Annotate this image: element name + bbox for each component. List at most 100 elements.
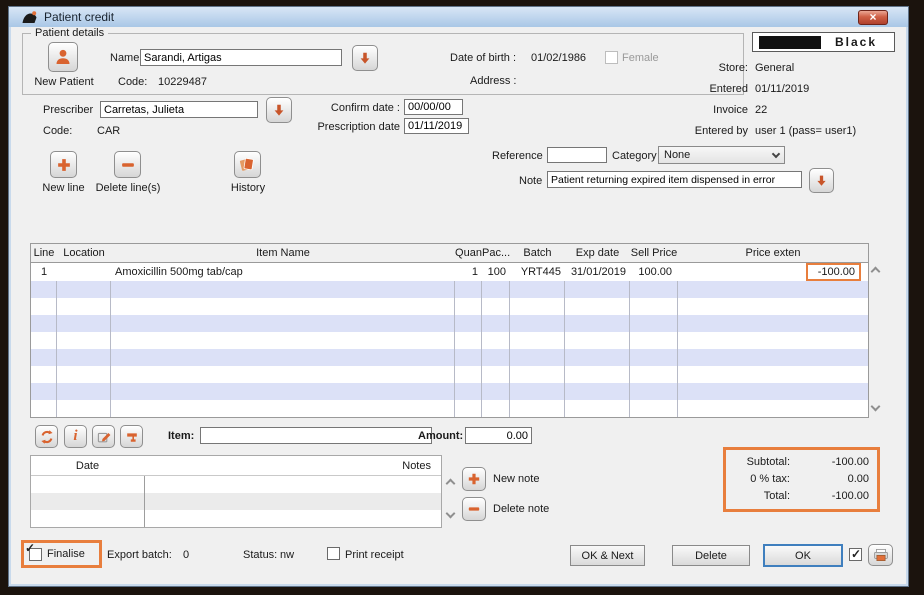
address-label: Address : <box>470 75 516 88</box>
cell-line: 1 <box>31 266 57 278</box>
patient-code-value: 10229487 <box>158 76 207 89</box>
notes-table-header: Date Notes <box>31 456 441 476</box>
status-value: nw <box>280 549 294 562</box>
new-patient-label: New Patient <box>30 76 98 89</box>
minus-icon <box>466 501 482 517</box>
edit-button[interactable] <box>92 425 115 448</box>
refresh-button[interactable] <box>35 425 58 448</box>
store-value: General <box>755 62 794 75</box>
print-on-ok-checkbox[interactable] <box>849 548 862 561</box>
col-header-item-name[interactable]: Item Name <box>111 247 455 259</box>
note-lookup-button[interactable] <box>809 168 834 193</box>
category-label: Category <box>612 150 657 163</box>
items-table: Line Location Item Name Quan Pac... Batc… <box>30 243 869 418</box>
patient-code-label: Code: <box>118 76 147 89</box>
confirm-date-input[interactable] <box>404 99 463 115</box>
printer-icon <box>872 547 890 563</box>
print-receipt-checkbox[interactable] <box>327 547 340 560</box>
color-selector[interactable]: Black <box>752 32 895 52</box>
col-header-line[interactable]: Line <box>31 247 57 259</box>
entered-by-value: user 1 (pass= user1) <box>755 125 856 138</box>
price-exten-highlight: -100.00 <box>806 263 861 281</box>
down-arrow-icon <box>271 102 287 118</box>
screenshot-frame: Patient credit × Patient details New Pat… <box>0 0 924 595</box>
totals-highlight-box: Subtotal: -100.00 0 % tax: 0.00 Total: -… <box>723 447 880 512</box>
cell-price-exten: -100.00 <box>678 263 868 281</box>
stamp-button[interactable] <box>120 425 143 448</box>
dob-label: Date of birth : <box>450 52 516 65</box>
status-label: Status: <box>243 549 277 562</box>
export-batch-value: 0 <box>183 549 189 562</box>
entered-value: 01/11/2019 <box>755 83 809 96</box>
prescriber-input[interactable] <box>100 101 258 118</box>
stamp-icon <box>124 429 140 445</box>
prescriber-lookup-button[interactable] <box>266 97 292 123</box>
amount-input[interactable] <box>465 427 532 444</box>
color-name: Black <box>835 35 877 49</box>
col-header-exp-date[interactable]: Exp date <box>565 247 630 259</box>
finalise-checkbox[interactable] <box>29 548 42 561</box>
category-value: None <box>664 149 690 161</box>
new-patient-button[interactable] <box>48 42 78 72</box>
notes-table-body[interactable] <box>31 476 441 527</box>
ok-next-button[interactable]: OK & Next <box>570 545 645 566</box>
delete-note-button[interactable] <box>462 497 486 521</box>
prescriber-label: Prescriber <box>43 104 93 117</box>
item-input[interactable] <box>200 427 432 444</box>
print-receipt-label: Print receipt <box>345 549 404 562</box>
plus-icon <box>55 156 73 174</box>
cell-sell-price: 100.00 <box>630 266 678 278</box>
notes-table: Date Notes <box>30 455 442 528</box>
reference-input[interactable] <box>547 147 607 163</box>
invoice-value: 22 <box>755 104 767 117</box>
entered-label: Entered <box>635 83 748 96</box>
info-button[interactable]: i <box>64 425 87 448</box>
subtotal-label: Subtotal: <box>732 456 790 468</box>
history-label: History <box>222 182 274 195</box>
col-header-batch[interactable]: Batch <box>510 247 565 259</box>
tax-value: 0.00 <box>790 473 869 485</box>
new-note-label: New note <box>493 473 539 486</box>
delete-note-label: Delete note <box>493 503 549 516</box>
cell-item-name: Amoxicillin 500mg tab/cap <box>111 266 455 278</box>
prescription-date-input[interactable] <box>404 118 469 134</box>
history-cards-icon <box>238 155 257 174</box>
note-label: Note <box>519 175 542 188</box>
item-row[interactable]: 1 Amoxicillin 500mg tab/cap 1 100 YRT445… <box>31 263 868 281</box>
note-input[interactable] <box>547 171 802 188</box>
col-header-pack[interactable]: Pac... <box>482 247 510 259</box>
person-icon <box>53 47 73 67</box>
ok-next-label: OK & Next <box>582 550 634 562</box>
down-arrow-icon <box>814 173 829 188</box>
female-checkbox <box>605 51 618 64</box>
history-button[interactable] <box>234 151 261 178</box>
new-note-button[interactable] <box>462 467 486 491</box>
close-icon: × <box>869 12 876 22</box>
delete-lines-button[interactable] <box>114 151 141 178</box>
delete-button[interactable]: Delete <box>672 545 750 566</box>
item-label: Item: <box>168 430 194 443</box>
down-arrow-icon <box>357 50 373 66</box>
new-line-button[interactable] <box>50 151 77 178</box>
confirm-date-label: Confirm date : <box>300 102 400 115</box>
dob-value: 01/02/1986 <box>531 52 586 65</box>
amount-label: Amount: <box>418 430 463 443</box>
print-button[interactable] <box>868 544 893 566</box>
reference-label: Reference <box>492 150 543 163</box>
items-table-header[interactable]: Line Location Item Name Quan Pac... Batc… <box>31 244 868 263</box>
cell-exp-date: 31/01/2019 <box>565 266 630 278</box>
close-button[interactable]: × <box>858 10 888 25</box>
col-header-sell-price[interactable]: Sell Price <box>630 247 678 259</box>
ok-button[interactable]: OK <box>763 544 843 567</box>
col-header-quan[interactable]: Quan <box>455 247 482 259</box>
name-input[interactable] <box>140 49 342 66</box>
finalise-highlight-box: Finalise <box>21 540 102 568</box>
empty-rows-stripes <box>31 281 868 417</box>
category-select[interactable]: None <box>658 146 785 164</box>
subtotal-value: -100.00 <box>790 456 869 468</box>
notes-col-notes: Notes <box>144 460 441 472</box>
col-header-location[interactable]: Location <box>57 247 111 259</box>
col-header-price-exten[interactable]: Price exten <box>678 247 868 259</box>
refresh-icon <box>39 429 55 445</box>
name-lookup-button[interactable] <box>352 45 378 71</box>
